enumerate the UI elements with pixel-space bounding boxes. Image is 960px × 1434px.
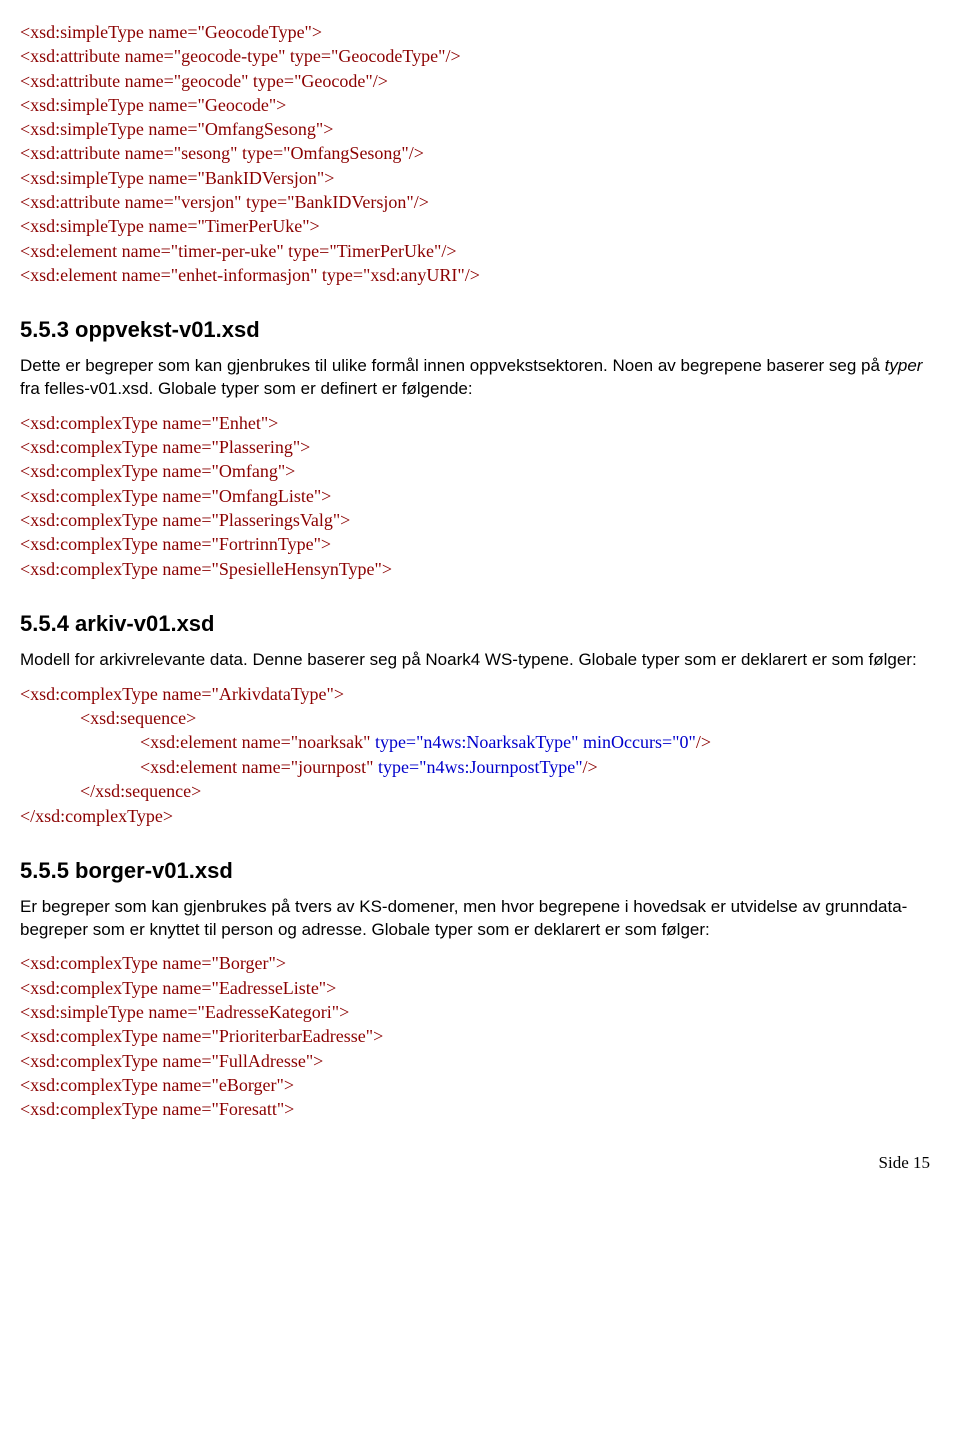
- heading-554: 5.5.4 arkiv-v01.xsd: [20, 609, 930, 639]
- code-part: type="n4ws:NoarksakType": [375, 732, 583, 752]
- code-part: type="n4ws:JournpostType": [378, 757, 583, 777]
- code-part: <xsd:element name="journpost": [140, 757, 378, 777]
- code-part: />: [583, 757, 598, 777]
- code-line: <xsd:complexType name="EadresseListe">: [20, 976, 930, 1000]
- heading-555: 5.5.5 borger-v01.xsd: [20, 856, 930, 886]
- code-part: />: [696, 732, 711, 752]
- code-block-3: <xsd:complexType name="ArkivdataType"> <…: [20, 682, 930, 828]
- code-line: <xsd:complexType name="FullAdresse">: [20, 1049, 930, 1073]
- code-line: <xsd:complexType name="eBorger">: [20, 1073, 930, 1097]
- code-line: <xsd:complexType name="PrioriterbarEadre…: [20, 1024, 930, 1048]
- code-line: <xsd:simpleType name="OmfangSesong">: [20, 117, 930, 141]
- code-line: <xsd:complexType name="ArkivdataType">: [20, 682, 930, 706]
- para-553-italic: typer: [885, 356, 923, 375]
- code-line: <xsd:complexType name="Foresatt">: [20, 1097, 930, 1121]
- para-554: Modell for arkivrelevante data. Denne ba…: [20, 649, 930, 672]
- para-553-pre: Dette er begreper som kan gjenbrukes til…: [20, 356, 885, 375]
- code-line: <xsd:sequence>: [20, 706, 930, 730]
- code-line: <xsd:simpleType name="GeocodeType">: [20, 20, 930, 44]
- code-line: <xsd:complexType name="Plassering">: [20, 435, 930, 459]
- code-line: <xsd:simpleType name="BankIDVersjon">: [20, 166, 930, 190]
- code-line: </xsd:sequence>: [20, 779, 930, 803]
- para-555: Er begreper som kan gjenbrukes på tvers …: [20, 896, 930, 942]
- code-line: <xsd:attribute name="geocode" type="Geoc…: [20, 69, 930, 93]
- heading-553: 5.5.3 oppvekst-v01.xsd: [20, 315, 930, 345]
- para-553-post: fra felles-v01.xsd. Globale typer som er…: [20, 379, 473, 398]
- code-line: <xsd:attribute name="sesong" type="Omfan…: [20, 141, 930, 165]
- code-line: <xsd:element name="timer-per-uke" type="…: [20, 239, 930, 263]
- code-line: <xsd:simpleType name="Geocode">: [20, 93, 930, 117]
- code-line: <xsd:complexType name="Borger">: [20, 951, 930, 975]
- code-block-2: <xsd:complexType name="Enhet"> <xsd:comp…: [20, 411, 930, 581]
- code-line: <xsd:complexType name="Enhet">: [20, 411, 930, 435]
- code-line: <xsd:simpleType name="EadresseKategori">: [20, 1000, 930, 1024]
- code-part: <xsd:element name="noarksak": [140, 732, 375, 752]
- code-block-1: <xsd:simpleType name="GeocodeType"> <xsd…: [20, 20, 930, 287]
- code-line: <xsd:complexType name="FortrinnType">: [20, 532, 930, 556]
- code-line: <xsd:complexType name="SpesielleHensynTy…: [20, 557, 930, 581]
- code-line: <xsd:complexType name="OmfangListe">: [20, 484, 930, 508]
- code-line: <xsd:attribute name="versjon" type="Bank…: [20, 190, 930, 214]
- page-number: Side 15: [20, 1152, 930, 1175]
- code-line: <xsd:complexType name="Omfang">: [20, 459, 930, 483]
- code-line: <xsd:simpleType name="TimerPerUke">: [20, 214, 930, 238]
- code-line: <xsd:complexType name="PlasseringsValg">: [20, 508, 930, 532]
- para-553: Dette er begreper som kan gjenbrukes til…: [20, 355, 930, 401]
- code-part: minOccurs="0": [583, 732, 696, 752]
- code-line: <xsd:element name="journpost" type="n4ws…: [20, 755, 930, 780]
- code-line: <xsd:element name="noarksak" type="n4ws:…: [20, 730, 930, 755]
- code-line: <xsd:element name="enhet-informasjon" ty…: [20, 263, 930, 287]
- code-line: <xsd:attribute name="geocode-type" type=…: [20, 44, 930, 68]
- code-line: </xsd:complexType>: [20, 804, 930, 828]
- code-block-4: <xsd:complexType name="Borger"> <xsd:com…: [20, 951, 930, 1121]
